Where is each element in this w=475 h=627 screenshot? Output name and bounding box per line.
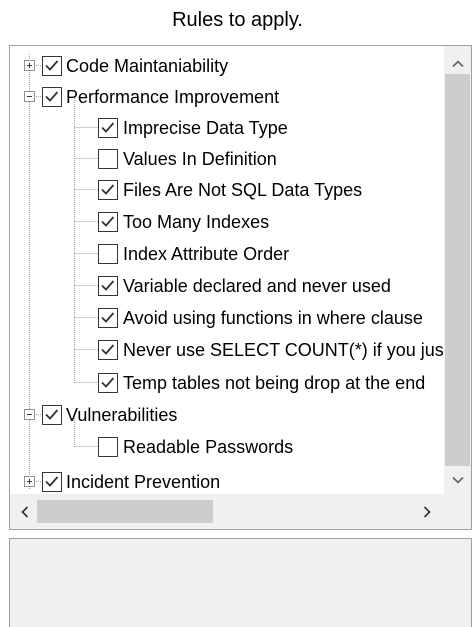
tree-item-variable-declared-never-used[interactable]: Variable declared and never used [10,271,444,301]
rules-dialog: Rules to apply. Code Maintaniability Per… [0,0,475,627]
tree-item-label: Never use SELECT COUNT(*) if you just ne… [123,340,444,360]
vertical-scrollbar[interactable] [444,46,471,494]
tree-item-values-in-definition[interactable]: Values In Definition [10,144,444,174]
horizontal-scrollbar[interactable] [10,494,444,529]
checkmark-icon [45,91,59,102]
tree-item-label: Too Many Indexes [123,212,270,232]
collapse-minus-icon[interactable] [24,91,35,102]
tree-item-temp-tables-not-dropped[interactable]: Temp tables not being drop at the end [10,368,444,398]
tree-item-incident-prevention[interactable]: Incident Prevention [10,467,444,494]
tree-item-label: Vulnerabilities [66,405,178,425]
tree-item-label: Values In Definition [123,149,277,169]
chevron-down-icon[interactable] [444,466,471,493]
tree-item-label: Incident Prevention [66,472,221,492]
checkbox-vulnerabilities[interactable] [42,405,62,425]
checkbox-avoid-functions-in-where[interactable] [98,308,118,328]
tree-item-avoid-functions-in-where[interactable]: Avoid using functions in where clause [10,303,444,333]
checkmark-icon [101,216,115,227]
checkbox-incident-prevention[interactable] [42,472,62,492]
checkmark-icon [101,184,115,195]
tree-item-files-not-sql-data-types[interactable]: Files Are Not SQL Data Types [10,175,444,205]
checkbox-performance-improvement[interactable] [42,87,62,107]
chevron-left-icon[interactable] [11,498,38,525]
chevron-right-icon[interactable] [413,498,440,525]
vertical-scroll-thumb[interactable] [445,74,470,466]
checkbox-readable-passwords[interactable] [98,437,118,457]
tree-item-performance-improvement[interactable]: Performance Improvement [10,82,444,112]
checkbox-never-use-select-count[interactable] [98,340,118,360]
rules-tree[interactable]: Code Maintaniability Performance Improve… [10,46,444,494]
expand-plus-icon[interactable] [24,60,35,71]
expand-plus-icon[interactable] [24,476,35,487]
checkbox-temp-tables-not-dropped[interactable] [98,373,118,393]
checkmark-icon [101,122,115,133]
checkmark-icon [101,312,115,323]
tree-item-label: Variable declared and never used [123,276,391,296]
checkbox-code-maintainability[interactable] [42,56,62,76]
tree-item-index-attribute-order[interactable]: Index Attribute Order [10,239,444,269]
tree-item-label: Index Attribute Order [123,244,290,264]
checkmark-icon [101,280,115,291]
rule-description-panel [9,538,472,627]
collapse-minus-icon[interactable] [24,409,35,420]
tree-item-readable-passwords[interactable]: Readable Passwords [10,432,444,462]
chevron-up-icon[interactable] [444,50,471,77]
tree-item-label: Imprecise Data Type [123,118,288,138]
horizontal-scroll-thumb[interactable] [37,500,213,523]
checkmark-icon [45,409,59,420]
rules-title: Rules to apply. [172,9,303,31]
tree-item-too-many-indexes[interactable]: Too Many Indexes [10,207,444,237]
tree-item-vulnerabilities[interactable]: Vulnerabilities [10,400,444,430]
tree-item-code-maintainability[interactable]: Code Maintaniability [10,51,444,81]
tree-item-never-use-select-count[interactable]: Never use SELECT COUNT(*) if you just ne… [10,335,444,365]
tree-item-label: Performance Improvement [66,87,280,107]
checkbox-imprecise-data-type[interactable] [98,118,118,138]
checkmark-icon [45,60,59,71]
tree-item-label: Avoid using functions in where clause [123,308,423,328]
checkbox-files-not-sql-data-types[interactable] [98,180,118,200]
checkbox-index-attribute-order[interactable] [98,244,118,264]
checkmark-icon [101,377,115,388]
rules-tree-panel: Code Maintaniability Performance Improve… [9,45,472,530]
scrollbar-corner [444,494,471,529]
tree-item-imprecise-data-type[interactable]: Imprecise Data Type [10,113,444,143]
checkbox-too-many-indexes[interactable] [98,212,118,232]
checkmark-icon [101,344,115,355]
tree-item-label: Files Are Not SQL Data Types [123,180,363,200]
tree-item-label: Temp tables not being drop at the end [123,373,426,393]
checkbox-variable-declared-never-used[interactable] [98,276,118,296]
tree-item-label: Code Maintaniability [66,56,229,76]
tree-item-label: Readable Passwords [123,437,294,457]
checkmark-icon [45,476,59,487]
checkbox-values-in-definition[interactable] [98,149,118,169]
